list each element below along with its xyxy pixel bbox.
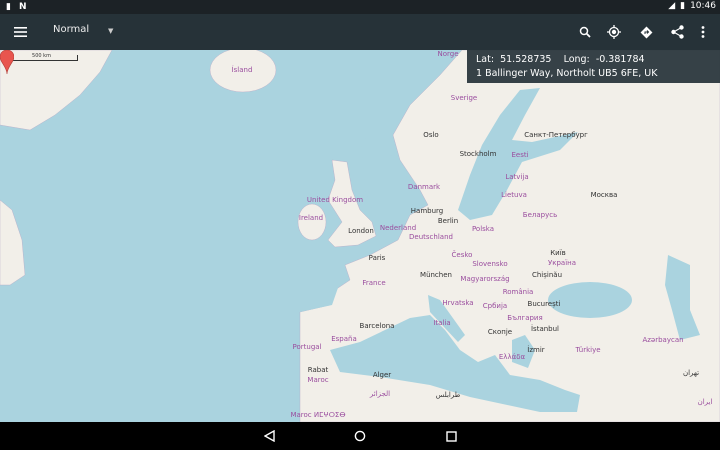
map-label: Hrvatska bbox=[442, 299, 474, 307]
map-label: Санкт-Петербург bbox=[524, 131, 588, 139]
map-label: Oslo bbox=[423, 131, 439, 139]
map-tiles bbox=[0, 50, 720, 422]
map-label: Norge bbox=[437, 50, 459, 58]
address: 1 Ballinger Way, Northolt UB5 6FE, UK bbox=[476, 68, 658, 79]
map-label: Беларусь bbox=[522, 211, 558, 219]
map-label: İzmir bbox=[527, 346, 545, 354]
map-label: Ελλάδα bbox=[498, 353, 526, 361]
map-label: България bbox=[507, 314, 543, 322]
scale-label: 500 km bbox=[32, 53, 51, 59]
map-label: Italia bbox=[433, 319, 451, 327]
map-mode-dropdown[interactable]: Normal bbox=[53, 24, 89, 35]
recents-icon[interactable] bbox=[443, 428, 459, 444]
map-label: Київ bbox=[550, 249, 566, 257]
map-label: ایران bbox=[697, 398, 713, 406]
map-label: Chișinău bbox=[531, 271, 563, 279]
location-info-panel: Lat: 51.528735 Long: -0.381784 1 Balling… bbox=[467, 50, 720, 83]
home-icon[interactable] bbox=[352, 428, 368, 444]
ireland bbox=[297, 203, 327, 241]
toolbar: Normal ▼ bbox=[0, 14, 720, 50]
map-label: Maroc bbox=[307, 376, 329, 384]
lat-value: 51.528735 bbox=[500, 54, 552, 65]
map-label: Azərbaycan bbox=[642, 336, 684, 344]
map-label: Rabat bbox=[307, 366, 329, 374]
map-label: Latvija bbox=[505, 173, 529, 181]
map-label: Ireland bbox=[298, 214, 324, 222]
clock: 10:46 bbox=[690, 1, 716, 11]
chevron-down-icon[interactable]: ▼ bbox=[108, 27, 113, 35]
map-label: الجزائر bbox=[369, 390, 391, 398]
long-value: -0.381784 bbox=[595, 54, 645, 65]
map-label: İstanbul bbox=[530, 325, 560, 333]
sim-card-icon: ▮ bbox=[6, 2, 11, 12]
map-label: United Kingdom bbox=[306, 196, 364, 204]
map-label: Hamburg bbox=[410, 207, 444, 215]
map-label: Česko bbox=[451, 251, 473, 259]
map-label: Stockholm bbox=[459, 150, 497, 158]
n-notification-icon: N bbox=[18, 2, 27, 12]
map-label: Србија bbox=[482, 302, 508, 310]
map-label: Ísland bbox=[231, 66, 253, 74]
location-marker-icon[interactable] bbox=[0, 50, 14, 74]
map-label: Türkiye bbox=[575, 346, 601, 354]
share-icon[interactable] bbox=[663, 14, 691, 50]
map-label: Eesti bbox=[511, 151, 529, 159]
my-location-icon[interactable] bbox=[600, 14, 628, 50]
map-label: Danmark bbox=[407, 183, 441, 191]
map-label: Berlin bbox=[437, 217, 459, 225]
map-view[interactable]: 500 km Ísland Norge Sverige Oslo Stockho… bbox=[0, 50, 720, 422]
map-label: Magyarország bbox=[460, 275, 510, 283]
map-label: Україна bbox=[547, 259, 577, 267]
map-label: Nederland bbox=[379, 224, 417, 232]
map-label: Sverige bbox=[450, 94, 478, 102]
more-vert-icon[interactable] bbox=[689, 14, 717, 50]
map-label: Lietuva bbox=[501, 191, 527, 199]
map-label: España bbox=[331, 335, 357, 343]
map-label: Portugal bbox=[292, 343, 322, 351]
signal-icon: ◢ bbox=[668, 1, 676, 11]
map-label: Polska bbox=[471, 225, 495, 233]
status-bar: ▮ N ◢ ▮ 10:46 bbox=[0, 0, 720, 14]
map-label: Maroc ⵍⵎⵖⵔⵉⴱ bbox=[290, 411, 346, 419]
map-label: Скопје bbox=[487, 328, 513, 336]
map-label: London bbox=[348, 227, 374, 235]
map-label: Deutschland bbox=[409, 233, 453, 241]
map-label: Slovensko bbox=[472, 260, 508, 268]
black-sea bbox=[548, 282, 632, 318]
map-label: România bbox=[502, 288, 534, 296]
map-label: تهران bbox=[682, 369, 700, 377]
hamburger-menu-icon[interactable] bbox=[6, 14, 34, 50]
map-label: Alger bbox=[372, 371, 392, 379]
back-icon[interactable] bbox=[261, 428, 277, 444]
scale-bar: 500 km bbox=[5, 53, 78, 61]
long-label: Long: bbox=[563, 54, 590, 65]
directions-icon[interactable] bbox=[632, 14, 660, 50]
coordinates: Lat: 51.528735 Long: -0.381784 bbox=[476, 53, 720, 67]
lat-label: Lat: bbox=[476, 54, 495, 65]
map-label: Paris bbox=[368, 254, 386, 262]
map-label: France bbox=[362, 279, 386, 287]
search-icon[interactable] bbox=[571, 14, 599, 50]
map-label: București bbox=[527, 300, 561, 308]
map-label: Barcelona bbox=[359, 322, 395, 330]
map-label: München bbox=[420, 271, 452, 279]
map-label: Москва bbox=[590, 191, 618, 199]
navigation-bar bbox=[0, 422, 720, 450]
battery-icon: ▮ bbox=[680, 1, 686, 11]
map-label: طرابلس bbox=[435, 391, 461, 399]
